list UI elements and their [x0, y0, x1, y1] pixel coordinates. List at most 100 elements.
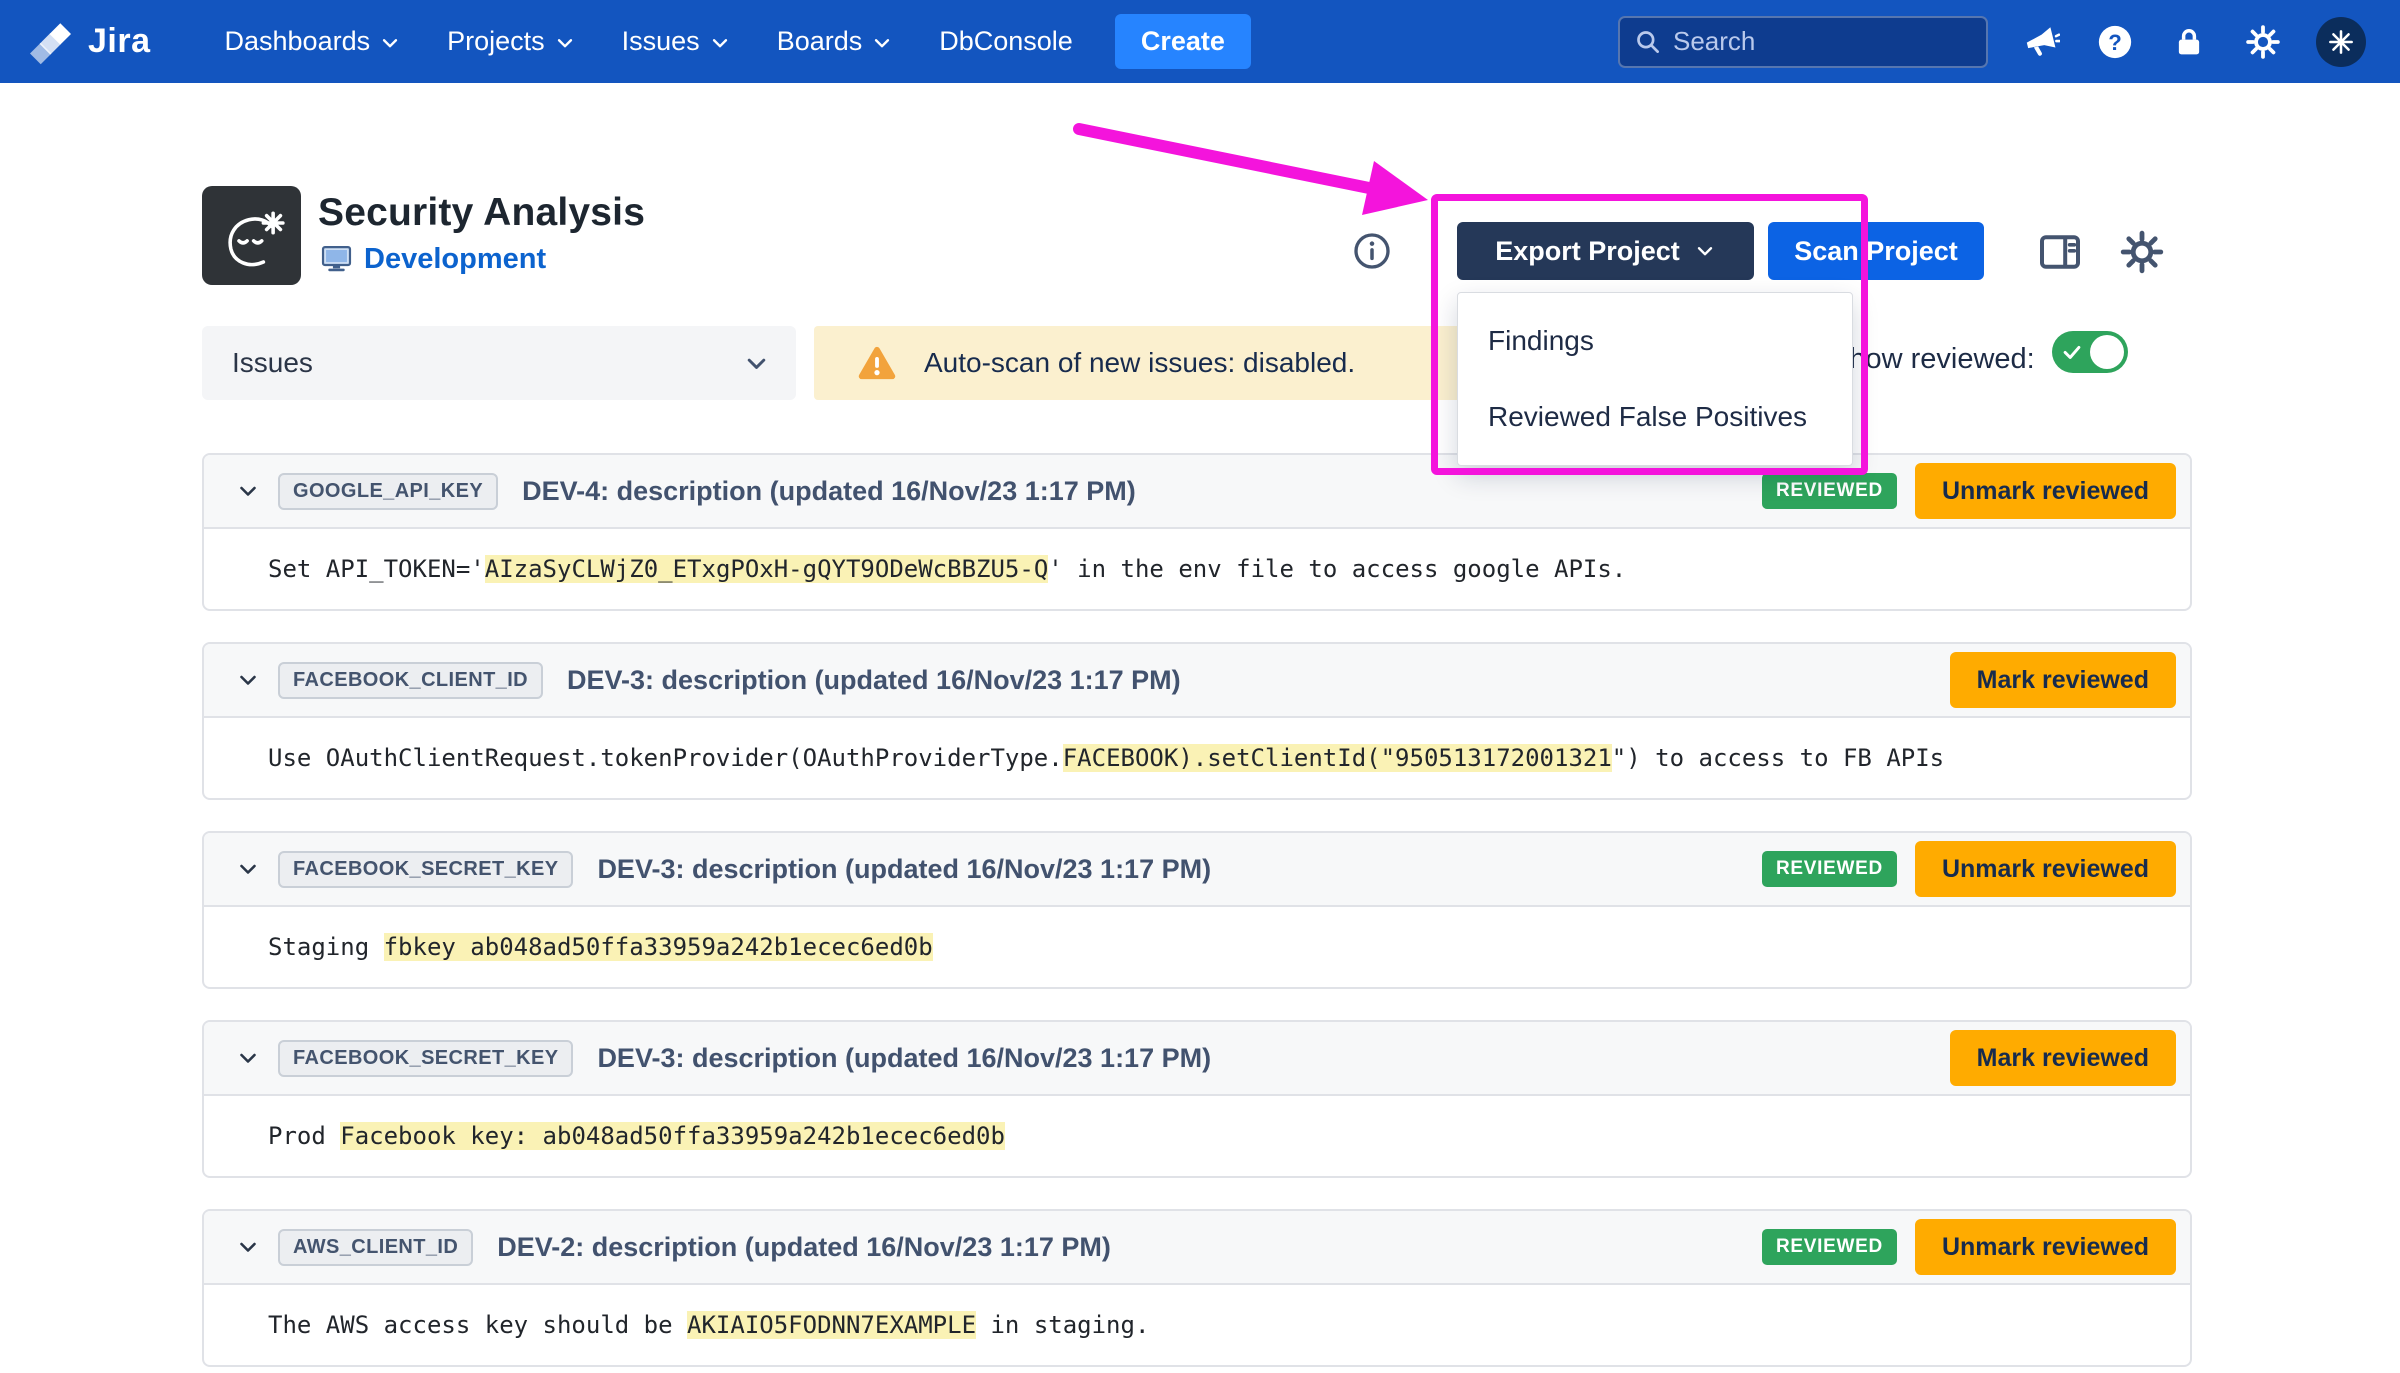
finding-title: DEV-3: description (updated 16/Nov/23 1:… [567, 664, 1181, 695]
review-toggle-button[interactable]: Unmark reviewed [1914, 463, 2176, 519]
page-settings-icon[interactable] [2118, 228, 2166, 276]
finding-description: Staging fbkey ab048ad50ffa33959a242b1ece… [204, 907, 2190, 987]
finding-title: DEV-3: description (updated 16/Nov/23 1:… [597, 853, 1212, 884]
description-text: Staging [268, 933, 384, 961]
primary-nav: Dashboards Projects Issues Boards DbCons… [225, 26, 1073, 57]
secret-highlight: AKIAIO5FODNN7EXAMPLE [687, 1311, 977, 1339]
issues-filter-dropdown[interactable]: Issues [202, 326, 796, 400]
export-menu-item[interactable]: Findings [1458, 303, 1852, 379]
nav-item-label: DbConsole [939, 26, 1073, 56]
finding-header[interactable]: AWS_CLIENT_ID DEV-2: description (update… [204, 1211, 2190, 1285]
collapse-chevron-icon[interactable] [236, 668, 260, 692]
toggle-knob [2090, 335, 2124, 369]
chevron-down-icon [1694, 240, 1716, 262]
findings-list: GOOGLE_API_KEY DEV-4: description (updat… [202, 453, 2192, 1373]
snowflake-icon [2325, 26, 2357, 58]
search-input[interactable] [1673, 26, 1972, 57]
finding-type-badge: FACEBOOK_SECRET_KEY [278, 1039, 574, 1077]
settings-icon[interactable] [2242, 21, 2284, 63]
autoscan-warning-banner: Auto-scan of new issues: disabled. [814, 326, 1464, 400]
navbar-right [1618, 15, 2366, 68]
lock-icon[interactable] [2168, 21, 2210, 63]
page-title: Security Analysis [318, 191, 646, 234]
search-box[interactable] [1618, 15, 1988, 68]
finding-header[interactable]: GOOGLE_API_KEY DEV-4: description (updat… [204, 455, 2190, 529]
nav-item-label: Dashboards [224, 26, 371, 56]
finding-type-badge: GOOGLE_API_KEY [278, 472, 499, 510]
review-toggle-button[interactable]: Mark reviewed [1949, 652, 2176, 708]
finding-card: GOOGLE_API_KEY DEV-4: description (updat… [202, 453, 2192, 611]
finding-card: FACEBOOK_SECRET_KEY DEV-3: description (… [202, 831, 2192, 989]
review-toggle-button[interactable]: Mark reviewed [1949, 1030, 2176, 1086]
nav-item-label: Issues [621, 26, 700, 56]
finding-description: Set API_TOKEN='AIzaSyCLWjZ0_ETxgPOxH-gQY… [204, 529, 2190, 609]
collapse-chevron-icon[interactable] [236, 1046, 260, 1070]
search-icon [1634, 28, 1661, 55]
finding-title: DEV-4: description (updated 16/Nov/23 1:… [522, 475, 1136, 506]
finding-type-badge: FACEBOOK_CLIENT_ID [278, 661, 544, 699]
nav-item-issues[interactable]: Issues [622, 26, 731, 57]
show-reviewed-label: Show reviewed: [1830, 343, 2035, 375]
export-menu: Findings Reviewed False Positives [1457, 292, 1853, 466]
project-link[interactable]: Development [364, 243, 546, 276]
top-navbar: Jira Dashboards Projects Issues Boards D… [0, 0, 2400, 83]
nav-item-projects[interactable]: Projects [447, 26, 576, 57]
announcement-icon[interactable] [2020, 21, 2062, 63]
security-analysis-page: ? [0, 0, 2400, 1373]
finding-actions: Mark reviewed [1949, 1030, 2176, 1086]
jira-logo-icon [30, 19, 76, 65]
chevron-down-icon [871, 32, 893, 54]
finding-header[interactable]: FACEBOOK_CLIENT_ID DEV-3: description (u… [204, 644, 2190, 718]
finding-type-badge: AWS_CLIENT_ID [278, 1228, 474, 1266]
reviewed-badge: REVIEWED [1762, 1229, 1897, 1265]
finding-header[interactable]: FACEBOOK_SECRET_KEY DEV-3: description (… [204, 833, 2190, 907]
info-icon[interactable] [1352, 231, 1392, 271]
user-avatar[interactable] [2316, 16, 2366, 67]
chevron-down-icon [554, 32, 576, 54]
description-text: Use OAuthClientRequest.tokenProvider(OAu… [268, 744, 1063, 772]
nav-item-boards[interactable]: Boards [777, 26, 894, 57]
finding-header[interactable]: FACEBOOK_SECRET_KEY DEV-3: description (… [204, 1022, 2190, 1096]
review-toggle-button[interactable]: Unmark reviewed [1914, 1219, 2176, 1275]
finding-description: Use OAuthClientRequest.tokenProvider(OAu… [204, 718, 2190, 798]
description-text: Prod [268, 1122, 341, 1150]
export-project-button[interactable]: Export Project [1457, 222, 1754, 280]
finding-card: AWS_CLIENT_ID DEV-2: description (update… [202, 1209, 2192, 1367]
details-panel-icon[interactable] [2036, 228, 2084, 276]
jira-logo[interactable]: Jira [30, 19, 151, 65]
review-toggle-button[interactable]: Unmark reviewed [1914, 841, 2176, 897]
collapse-chevron-icon[interactable] [236, 1235, 260, 1259]
monitor-icon [320, 243, 353, 276]
chevron-down-icon [709, 32, 731, 54]
finding-title: DEV-2: description (updated 16/Nov/23 1:… [497, 1231, 1111, 1262]
finding-description: The AWS access key should be AKIAIO5FODN… [204, 1285, 2190, 1365]
reviewed-badge: REVIEWED [1762, 473, 1897, 509]
description-text: ' in the env file to access google APIs. [1048, 555, 1627, 583]
reviewed-badge: REVIEWED [1762, 851, 1897, 887]
nav-item-dashboards[interactable]: Dashboards [225, 26, 402, 57]
issues-filter-label: Issues [232, 347, 313, 378]
secret-highlight: fbkey ab048ad50ffa33959a242b1ecec6ed0b [383, 933, 933, 961]
finding-card: FACEBOOK_SECRET_KEY DEV-3: description (… [202, 1020, 2192, 1178]
project-breadcrumb: Development [320, 243, 546, 276]
export-menu-item[interactable]: Reviewed False Positives [1458, 379, 1852, 455]
collapse-chevron-icon[interactable] [236, 857, 260, 881]
create-button[interactable]: Create [1114, 14, 1251, 69]
secret-highlight: AIzaSyCLWjZ0_ETxgPOxH-gQYT9ODeWcBBZU5-Q [484, 555, 1049, 583]
finding-title: DEV-3: description (updated 16/Nov/23 1:… [597, 1042, 1212, 1073]
finding-description: Prod Facebook key: ab048ad50ffa33959a242… [204, 1096, 2190, 1176]
show-reviewed-toggle[interactable] [2052, 331, 2128, 373]
description-text: in staging. [976, 1311, 1150, 1339]
help-icon[interactable] [2094, 21, 2136, 63]
check-icon [2061, 341, 2083, 363]
warning-icon [856, 342, 898, 384]
nav-item-label: Boards [776, 26, 863, 56]
jira-logo-text: Jira [88, 22, 151, 60]
project-avatar [202, 186, 301, 285]
nav-item-dbconsole[interactable]: DbConsole [939, 26, 1073, 57]
description-text: Set API_TOKEN=' [268, 555, 485, 583]
scan-project-button[interactable]: Scan Project [1768, 222, 1984, 280]
secret-highlight: Facebook key: ab048ad50ffa33959a242b1ece… [340, 1122, 1005, 1150]
export-project-label: Export Project [1495, 235, 1680, 266]
collapse-chevron-icon[interactable] [236, 479, 260, 503]
